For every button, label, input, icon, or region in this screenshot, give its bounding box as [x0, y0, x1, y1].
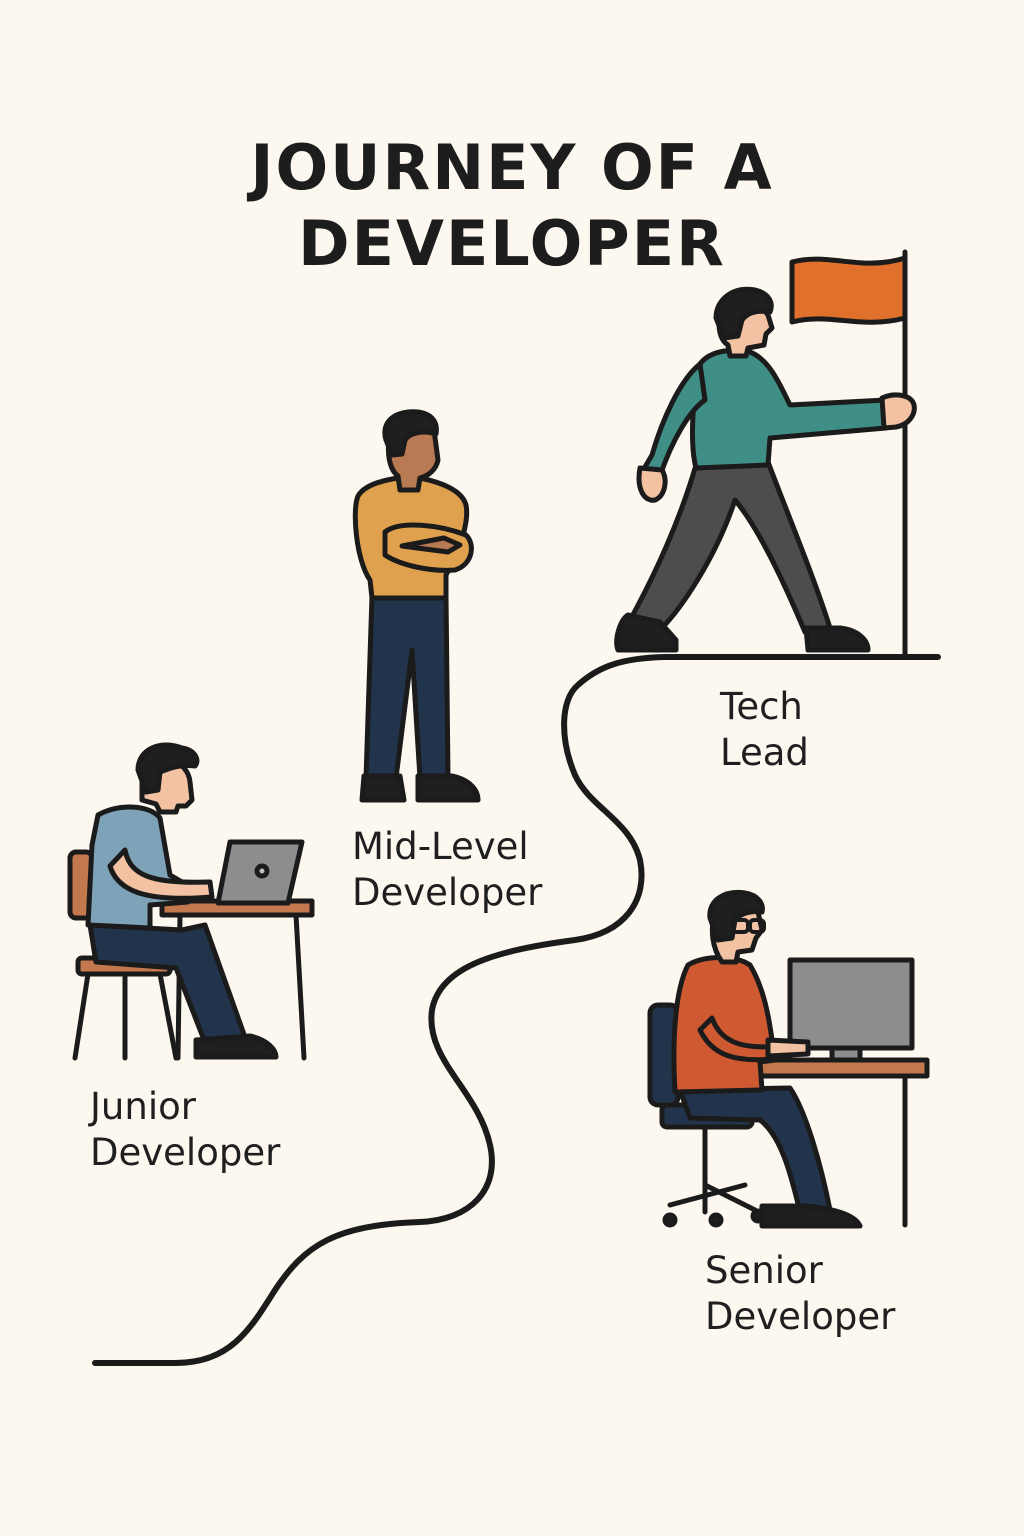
stage-label-tech-lead: Tech Lead: [720, 684, 809, 776]
tech-lead-figure: [614, 249, 917, 658]
stage-senior-line-1: Senior: [705, 1249, 823, 1292]
stage-tech-lead-line-2: Lead: [720, 731, 809, 774]
stage-mid-level-line-2: Developer: [352, 871, 543, 914]
stage-label-senior: Senior Developer: [705, 1248, 895, 1340]
senior-developer-figure: [647, 889, 930, 1229]
stage-senior-line-2: Developer: [705, 1295, 896, 1338]
stage-label-junior: Junior Developer: [90, 1084, 280, 1176]
stage-junior-line-2: Developer: [90, 1131, 281, 1174]
flag: [789, 255, 908, 325]
stage-label-mid-level: Mid-Level Developer: [352, 824, 542, 916]
stage-tech-lead-line-1: Tech: [720, 685, 803, 728]
stage-mid-level-line-1: Mid-Level: [352, 825, 529, 868]
junior-developer-figure: [67, 742, 315, 1061]
stage-junior-line-1: Junior: [90, 1085, 196, 1128]
mid-level-developer-figure: [352, 409, 481, 803]
